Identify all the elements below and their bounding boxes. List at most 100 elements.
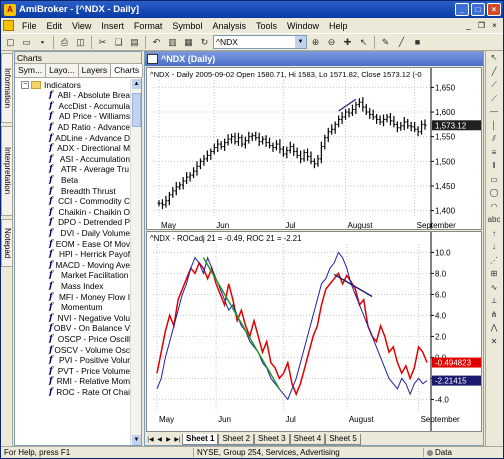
scroll-up-icon[interactable]: ▲ — [132, 79, 141, 89]
trendline-icon[interactable]: ╱ — [486, 65, 502, 79]
rectangle-icon[interactable]: ▭ — [486, 173, 502, 187]
indicator-item[interactable]: f DVI - Daily Volume — [15, 228, 130, 239]
color-picker-icon[interactable]: ■ — [410, 35, 425, 49]
indicator-item[interactable]: f AD Ratio - Advance — [15, 122, 130, 133]
symbol-combo[interactable]: ^NDX ▼ — [213, 35, 307, 49]
regression-icon[interactable]: ⟂ — [486, 294, 502, 308]
indicator-item[interactable]: f ADLine - Advance D — [15, 132, 130, 143]
indicator-item[interactable]: f ADX - Directional M — [15, 143, 130, 154]
channel-icon[interactable]: ⫽ — [486, 132, 502, 146]
sheet-last-icon[interactable]: ▶| — [173, 436, 182, 443]
gann-square-icon[interactable]: ⊞ — [486, 267, 502, 281]
arc-icon[interactable]: ◠ — [486, 200, 502, 214]
minimize-button[interactable]: _ — [455, 3, 469, 16]
fib-timezones-icon[interactable]: ‖ — [486, 159, 502, 173]
arrow-up-icon[interactable]: ↑ — [486, 227, 502, 241]
indicator-item[interactable]: f Market Facilitation — [15, 270, 130, 281]
andrews-pitchfork-icon[interactable]: ⋔ — [486, 308, 502, 322]
gann-fan-icon[interactable]: ⋰ — [486, 254, 502, 268]
sheet-next-icon[interactable]: ▶ — [164, 436, 173, 443]
indicator-item[interactable]: f HPI - Herrick Payof — [15, 249, 130, 260]
new-file-icon[interactable]: ▢ — [3, 35, 18, 49]
undo-icon[interactable]: ↶ — [149, 35, 164, 49]
sheet-tab-1[interactable]: Sheet 1 — [182, 433, 219, 445]
close-button[interactable]: × — [487, 3, 501, 16]
open-folder-icon[interactable]: ▭ — [19, 35, 34, 49]
tab-symbols[interactable]: Sym... — [15, 64, 47, 77]
line-style-icon[interactable]: ╱ — [394, 35, 409, 49]
maximize-button[interactable]: □ — [471, 3, 485, 16]
indicator-item[interactable]: f MACD - Moving Ave — [15, 260, 130, 271]
tree-scrollbar[interactable]: ▲ ▼ — [130, 79, 141, 445]
indicator-item[interactable]: f Momentum — [15, 302, 130, 313]
collapse-icon[interactable]: − — [21, 80, 29, 89]
menu-insert[interactable]: Insert — [96, 21, 129, 31]
menu-window[interactable]: Window — [282, 21, 324, 31]
indicator-item[interactable]: f RMI - Relative Mom — [15, 376, 130, 387]
document-icon[interactable] — [3, 20, 14, 31]
extended-line-icon[interactable]: ⟋ — [486, 92, 502, 106]
indicator-item[interactable]: f ATR - Average Tru — [15, 164, 130, 175]
indicator-item[interactable]: f ASI - Accumulation — [15, 154, 130, 165]
tab-information[interactable]: Information — [1, 53, 13, 123]
sheet-prev-icon[interactable]: ◀ — [155, 436, 164, 443]
indicator-item[interactable]: f AD Price - Williams — [15, 111, 130, 122]
cut-icon[interactable]: ✂ — [95, 35, 110, 49]
menu-tools[interactable]: Tools — [251, 21, 282, 31]
indicator-item[interactable]: f PVT - Price Volume — [15, 365, 130, 376]
menu-analysis[interactable]: Analysis — [207, 21, 251, 31]
grid-icon[interactable]: ▦ — [181, 35, 196, 49]
crosshair-icon[interactable]: ✚ — [340, 35, 355, 49]
indicator-item[interactable]: f AccDist - Accumula — [15, 101, 130, 112]
tab-interpretation[interactable]: Interpretation — [1, 126, 13, 216]
indicator-item[interactable]: f NVI - Negative Volu — [15, 312, 130, 323]
tab-charts[interactable]: Charts — [111, 64, 144, 77]
tab-layouts[interactable]: Layo... — [46, 64, 79, 77]
indicator-item[interactable]: f Beta — [15, 175, 130, 186]
zoom-out-icon[interactable]: ⊖ — [324, 35, 339, 49]
price-pane[interactable]: 1,400 1,450 1,500 1,550 1,600 1,650 May Jun Jul A… — [146, 67, 482, 230]
paste-icon[interactable]: ▤ — [127, 35, 142, 49]
refresh-icon[interactable]: ↻ — [197, 35, 212, 49]
indicator-item[interactable]: f Mass Index — [15, 281, 130, 292]
roc-pane[interactable]: -4.0-2.00.02.04.06.08.010.0MayJunJulAugu… — [146, 231, 482, 432]
sheet-tab-2[interactable]: Sheet 2 — [218, 433, 255, 445]
indicator-item[interactable]: f MFI - Money Flow I — [15, 291, 130, 302]
indicator-item[interactable]: f OBV - On Balance V — [15, 323, 130, 334]
delete-drawing-icon[interactable]: ✕ — [486, 335, 502, 349]
pencil-icon[interactable]: ✎ — [378, 35, 393, 49]
scroll-down-icon[interactable]: ▼ — [132, 435, 141, 445]
indicator-item[interactable]: f OSCP - Price Oscill — [15, 334, 130, 345]
tab-layers[interactable]: Layers — [78, 64, 112, 77]
tree-folder-indicators[interactable]: − Indicators — [15, 79, 130, 90]
menu-edit[interactable]: Edit — [42, 21, 68, 31]
copy-icon[interactable]: ❏ — [111, 35, 126, 49]
ellipse-icon[interactable]: ◯ — [486, 186, 502, 200]
menu-file[interactable]: File — [17, 21, 42, 31]
menu-view[interactable]: View — [67, 21, 96, 31]
save-icon[interactable]: ▪ — [35, 35, 50, 49]
indicator-item[interactable]: f ABI - Absolute Brea — [15, 90, 130, 101]
indicator-item[interactable]: f OSCV - Volume Osc — [15, 344, 130, 355]
scroll-thumb[interactable] — [132, 93, 141, 127]
sheet-first-icon[interactable]: |◀ — [146, 436, 155, 443]
sheet-tab-3[interactable]: Sheet 3 — [254, 433, 290, 445]
indicator-item[interactable]: f CCI - Commodity C — [15, 196, 130, 207]
menu-format[interactable]: Format — [129, 21, 168, 31]
fibonacci-icon[interactable]: ≡ — [486, 146, 502, 160]
cycles-icon[interactable]: ∿ — [486, 281, 502, 295]
chart-icon[interactable]: ▥ — [165, 35, 180, 49]
menu-help[interactable]: Help — [324, 21, 353, 31]
mdi-restore-button[interactable]: ❐ — [476, 21, 487, 30]
indicator-item[interactable]: f Breadth Thrust — [15, 185, 130, 196]
sheet-tab-5[interactable]: Sheet 5 — [325, 433, 361, 445]
zigzag-icon[interactable]: ⋀ — [486, 321, 502, 335]
horizontal-line-icon[interactable]: — — [486, 105, 502, 119]
indicator-item[interactable]: f PVI - Positive Volur — [15, 355, 130, 366]
text-icon[interactable]: abc — [486, 213, 502, 227]
cursor-icon[interactable]: ↖ — [356, 35, 371, 49]
chevron-down-icon[interactable]: ▼ — [295, 36, 306, 48]
mdi-close-button[interactable]: × — [489, 21, 500, 30]
mdi-minimize-button[interactable]: _ — [463, 21, 474, 30]
tab-notepad[interactable]: Notepad — [1, 219, 13, 267]
